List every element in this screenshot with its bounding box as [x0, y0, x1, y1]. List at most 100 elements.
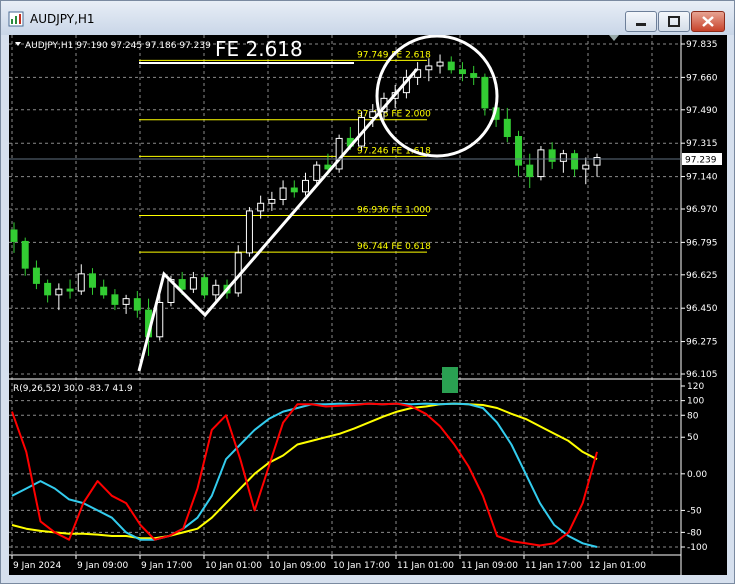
time-label: 9 Jan 17:00 [141, 561, 193, 571]
candle-body [156, 301, 164, 338]
candle-body [526, 164, 534, 178]
candle-body [335, 137, 343, 170]
chart-window: AUDJPY,H1 97.749 FE 2.618 97.438 FE 2.000… [0, 0, 735, 584]
candle-body [302, 179, 309, 193]
chart-area[interactable]: 97.749 FE 2.618 97.438 FE 2.000 97.246 FE … [9, 35, 727, 575]
candle-body [100, 286, 108, 296]
time-label: 10 Jan 01:00 [205, 561, 262, 571]
candle-body [10, 229, 18, 242]
indicator-slow-line [11, 402, 598, 540]
chart-icon [8, 11, 24, 27]
title-bar[interactable]: AUDJPY,H1 [1, 1, 734, 35]
candle-body [425, 65, 433, 71]
candle-body [279, 187, 287, 200]
current-price-tag: 97.239 [682, 153, 722, 166]
candle-body [470, 73, 478, 78]
candle-body [559, 153, 567, 162]
time-label: 11 Jan 17:00 [525, 561, 582, 571]
fe-annotation: FE 2.618 [215, 37, 303, 61]
indicator-label: -80 [687, 528, 702, 538]
close-button[interactable] [691, 11, 725, 32]
price-label: 96.625 [686, 271, 718, 281]
price-label: 97.835 [686, 40, 718, 50]
candle-body [515, 136, 523, 166]
indicator-title: R(9,26,52) 30.0 -83.7 41.9 [13, 384, 133, 394]
window-title: AUDJPY,H1 [30, 12, 95, 26]
indicator-label: 80 [687, 411, 699, 421]
price-label: 96.795 [686, 238, 718, 248]
indicator-label: -50 [687, 506, 702, 516]
indicator-label: 0.00 [687, 470, 707, 480]
candle-body [21, 240, 29, 269]
minimize-icon [636, 23, 646, 26]
shift-marker-icon[interactable] [609, 35, 619, 41]
time-label: 12 Jan 01:00 [589, 561, 646, 571]
candle-body [55, 288, 63, 296]
time-label: 9 Jan 09:00 [77, 561, 129, 571]
candle-body [571, 153, 579, 170]
indicator-axis: 120 100 80 50 0.00 -50 -80 -100 [9, 382, 708, 553]
symbol-ohlc: AUDJPY,H1 97.190 97.245 97.186 97.239 [25, 41, 211, 51]
candle-body [458, 69, 466, 75]
candle-body [77, 273, 85, 292]
close-icon [702, 16, 714, 27]
time-label: 10 Jan 09:00 [269, 561, 326, 571]
candle-body [66, 288, 74, 292]
candle-body [212, 284, 220, 296]
candle-body [257, 202, 265, 212]
price-label: 97.660 [686, 73, 718, 83]
price-axis[interactable]: 97.835 97.660 97.490 97.315 97.140 96.970 96.7… [681, 40, 718, 380]
candle-body [548, 149, 556, 162]
price-label: 97.140 [686, 173, 718, 183]
price-label: 96.105 [686, 370, 718, 380]
price-label: 96.970 [686, 205, 718, 215]
candle-body [447, 61, 455, 71]
candle-body [178, 279, 186, 290]
indicator-label: 120 [687, 382, 704, 392]
candle-body [268, 198, 276, 204]
indicator-lines [11, 402, 598, 548]
candle-body [88, 273, 96, 288]
drawings[interactable] [137, 35, 499, 372]
candle-body [44, 282, 52, 296]
price-label: 96.275 [686, 338, 718, 348]
price-label: 97.490 [686, 106, 718, 116]
candle-body [133, 298, 141, 311]
indicator-label: -100 [687, 543, 708, 553]
candle-body [201, 277, 209, 296]
candle-body [481, 76, 489, 109]
current-price: 97.239 [685, 156, 717, 166]
candle-body [122, 298, 130, 305]
indicator-label: 100 [687, 397, 704, 407]
candle-body [537, 149, 545, 178]
fib-level-label: 96.744 FE 0.618 [357, 242, 431, 252]
time-label: 11 Jan 01:00 [397, 561, 454, 571]
chart-canvas[interactable]: 97.749 FE 2.61897.438 FE 2.00097.246 FE … [9, 35, 727, 575]
indicator-label: 50 [687, 433, 699, 443]
time-label: 9 Jan 2024 [13, 561, 61, 571]
candle-body [245, 210, 253, 254]
time-axis: 9 Jan 2024 9 Jan 09:00 9 Jan 17:00 10 Jan 0… [11, 555, 646, 571]
time-label: 11 Jan 09:00 [461, 561, 518, 571]
candle-body [503, 118, 511, 138]
candle-body [111, 294, 119, 305]
price-label: 96.450 [686, 304, 718, 314]
candle-body [32, 267, 40, 284]
indicator-header: R(9,26,52) 30.0 -83.7 41.9 [13, 384, 133, 394]
fib-level-label: 96.936 FE 1.000 [357, 205, 431, 215]
chart-header: AUDJPY,H1 97.190 97.245 97.186 97.239 [15, 41, 211, 51]
minimize-button[interactable] [625, 11, 657, 32]
candle-body [313, 164, 321, 181]
price-label: 97.315 [686, 139, 718, 149]
candles [10, 54, 601, 356]
candle-body [436, 61, 444, 67]
candle-body [290, 187, 298, 193]
maximize-button[interactable] [658, 11, 690, 32]
candle-body [189, 277, 197, 290]
signal-marker [442, 367, 458, 393]
grid [9, 35, 681, 555]
indicator-fast-line [11, 402, 598, 547]
candle-body [582, 164, 590, 170]
indicator-mid-line [11, 402, 598, 548]
fib-level-label: 97.438 FE 2.000 [357, 110, 431, 120]
